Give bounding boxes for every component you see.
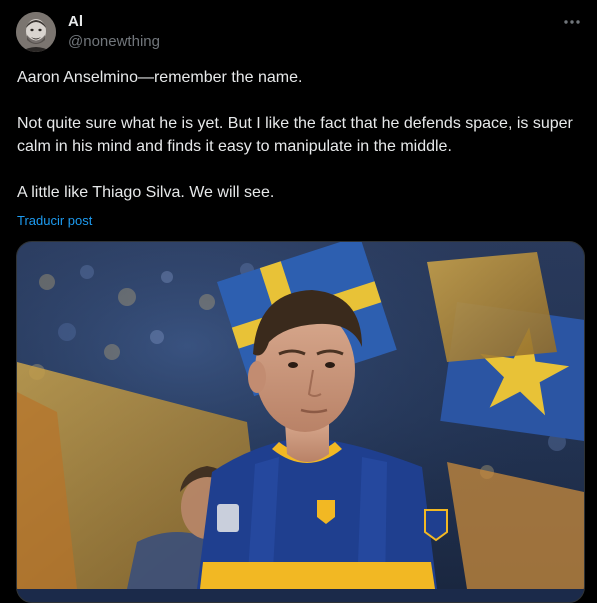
player-photo-image xyxy=(17,242,584,589)
post-paragraph-1: Aaron Anselmino—remember the name. xyxy=(17,69,303,86)
author-avatar[interactable] xyxy=(16,12,56,52)
translate-post-link[interactable]: Traducir post xyxy=(17,212,92,230)
post-media-photo[interactable] xyxy=(16,241,585,603)
author-handle[interactable]: @nonewthing xyxy=(68,33,160,51)
tweet-card: Al @nonewthing Aaron Anselmino—remember … xyxy=(0,0,597,603)
author-display-name[interactable]: Al xyxy=(68,12,83,32)
avatar-photo-icon xyxy=(16,12,56,52)
post-text: Aaron Anselmino—remember the name. Not q… xyxy=(17,66,582,204)
more-options-button[interactable] xyxy=(561,12,583,32)
post-paragraph-2: Not quite sure what he is yet. But I lik… xyxy=(17,115,573,155)
more-horizontal-icon xyxy=(564,20,580,24)
post-paragraph-3: A little like Thiago Silva. We will see. xyxy=(17,184,275,201)
